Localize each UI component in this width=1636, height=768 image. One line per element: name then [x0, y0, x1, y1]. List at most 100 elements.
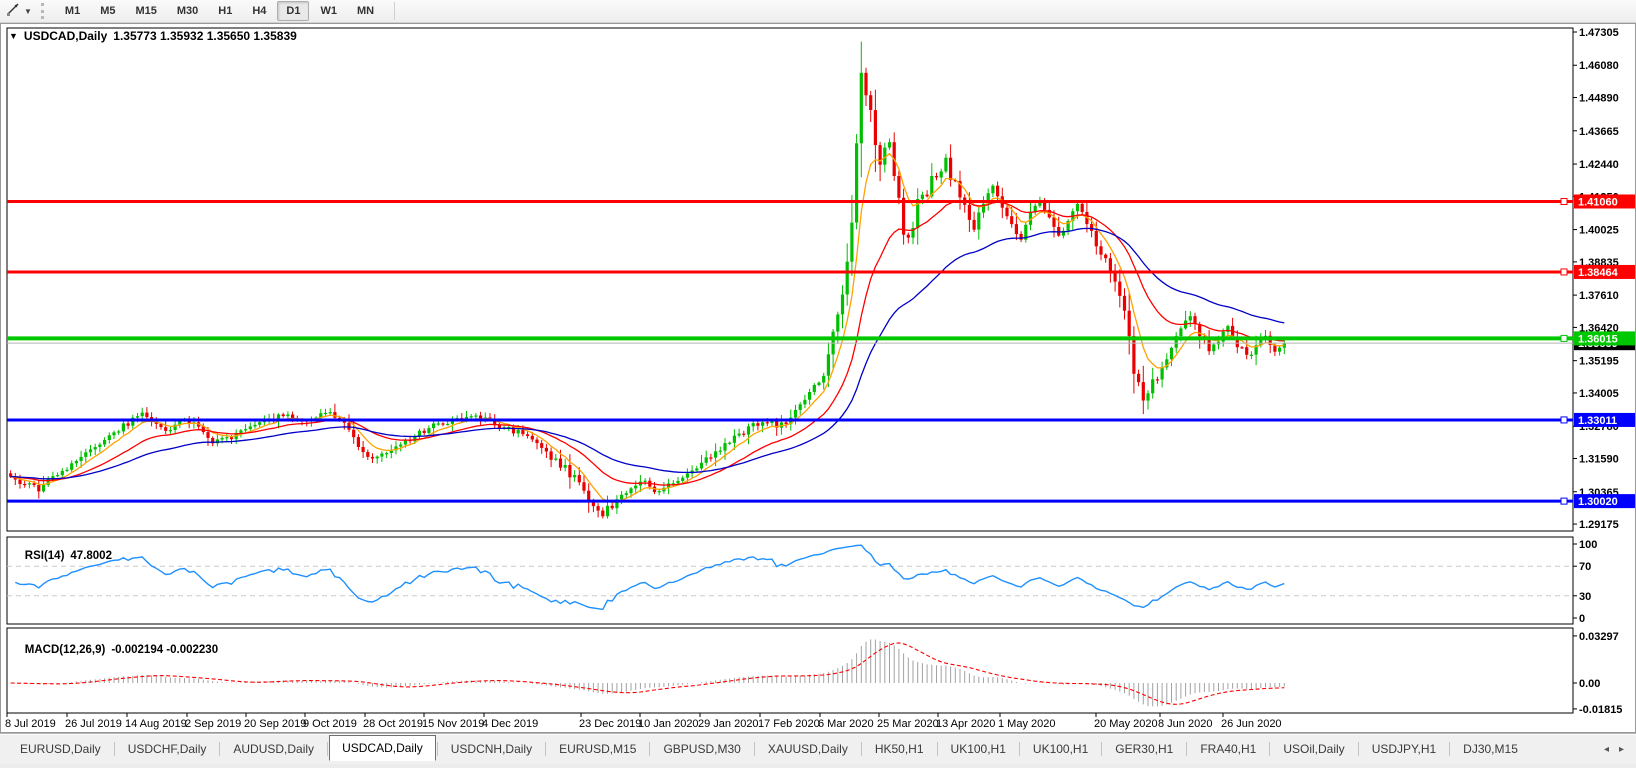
- collapse-arrow-icon[interactable]: ▼: [9, 31, 18, 41]
- tab-uk100-h1[interactable]: UK100,H1: [939, 737, 1018, 761]
- rsi-axis-label: 100: [1579, 539, 1597, 551]
- date-label: 4 Dec 2019: [482, 718, 538, 730]
- tab-separator: [545, 742, 547, 756]
- timeframe-m15-button[interactable]: M15: [126, 1, 165, 21]
- horizontal-line-handle[interactable]: [1560, 416, 1568, 424]
- date-label: 15 Nov 2019: [422, 718, 484, 730]
- tab-usoil-daily[interactable]: USOil,Daily: [1271, 737, 1356, 761]
- crosshair-tool-icon: [6, 2, 21, 21]
- chart-ohlc-values: 1.35773 1.35932 1.35650 1.35839: [113, 29, 297, 43]
- price-badge-label: 1.38464: [1578, 267, 1619, 279]
- tab-fra40-h1[interactable]: FRA40,H1: [1188, 737, 1268, 761]
- macd-indicator-label: MACD(12,26,9) -0.002194 -0.002230: [12, 632, 218, 668]
- horizontal-line-handle[interactable]: [1560, 497, 1568, 505]
- tab-hk50-h1[interactable]: HK50,H1: [863, 737, 936, 761]
- toolbar-separator: [394, 2, 396, 20]
- timeframe-m30-button[interactable]: M30: [168, 1, 207, 21]
- main-price-pane[interactable]: [6, 27, 1574, 532]
- timeframe-m1-button[interactable]: M1: [56, 1, 89, 21]
- price-tick-label: 1.29175: [1579, 519, 1619, 531]
- timeframe-m5-button[interactable]: M5: [91, 1, 124, 21]
- date-label: 26 Jun 2020: [1221, 718, 1282, 730]
- tab-separator: [1269, 742, 1271, 756]
- date-label: 10 Jan 2020: [638, 718, 699, 730]
- timeframe-button-group: M1 M5 M15 M30 H1 H4 D1 W1 MN: [55, 1, 384, 21]
- date-label: 9 Oct 2019: [303, 718, 357, 730]
- rsi-value: 47.8002: [70, 550, 112, 562]
- chart-canvas[interactable]: 1.473051.460801.448901.436651.424401.412…: [1, 24, 1635, 732]
- price-tick-label: 1.40025: [1579, 225, 1619, 237]
- price-tick-label: 1.31590: [1579, 454, 1619, 466]
- tab-usdjpy-h1[interactable]: USDJPY,H1: [1360, 737, 1448, 761]
- date-label: 25 Mar 2020: [877, 718, 939, 730]
- toolbar-drag-handle[interactable]: [40, 3, 47, 19]
- tab-dj30-m15[interactable]: DJ30,M15: [1451, 737, 1530, 761]
- date-label: 8 Jul 2019: [5, 718, 56, 730]
- date-label: 13 Apr 2020: [936, 718, 995, 730]
- date-label: 23 Dec 2019: [579, 718, 641, 730]
- tab-xauusd-daily[interactable]: XAUUSD,Daily: [756, 737, 860, 761]
- time-axis[interactable]: 8 Jul 2019 26 Jul 2019 14 Aug 20192 Sep 20…: [5, 713, 1282, 730]
- macd-axis-label: 0.00: [1579, 678, 1600, 690]
- tab-separator: [327, 742, 329, 756]
- date-label: 20 Sep 2019: [244, 718, 306, 730]
- tab-separator: [219, 742, 221, 756]
- macd-pane[interactable]: [6, 627, 1574, 714]
- tab-gbpusd-m30[interactable]: GBPUSD,M30: [651, 737, 752, 761]
- timeframe-mn-button[interactable]: MN: [348, 1, 383, 21]
- price-tick-label: 1.37610: [1579, 290, 1619, 302]
- tab-usdcnh-daily[interactable]: USDCNH,Daily: [439, 737, 544, 761]
- date-label: 17 Feb 2020: [758, 718, 820, 730]
- dropdown-caret-icon[interactable]: ▼: [24, 7, 32, 16]
- tab-ger30-h1[interactable]: GER30,H1: [1103, 737, 1185, 761]
- tab-eurusd-daily[interactable]: EURUSD,Daily: [8, 737, 113, 761]
- price-tick-label: 1.43665: [1579, 126, 1619, 138]
- timeframe-h4-button[interactable]: H4: [243, 1, 275, 21]
- chart-tabs: EURUSD,Daily USDCHF,Daily AUDUSD,Daily USDC…: [0, 734, 1604, 764]
- crosshair-tool-button[interactable]: ▼: [0, 2, 37, 21]
- price-badge-label: 1.33011: [1578, 415, 1617, 427]
- tab-usdcad-daily[interactable]: USDCAD,Daily: [329, 734, 436, 761]
- date-label: 26 Jul 2019: [65, 718, 122, 730]
- timeframe-d1-button[interactable]: D1: [277, 1, 310, 21]
- horizontal-line-handle[interactable]: [1560, 268, 1568, 276]
- tab-scroll-left-icon[interactable]: ◂: [1604, 744, 1609, 755]
- price-tick-label: 1.42440: [1579, 159, 1619, 171]
- tab-audusd-daily[interactable]: AUDUSD,Daily: [221, 737, 326, 761]
- date-label: 6 Mar 2020: [818, 718, 874, 730]
- tab-usdchf-daily[interactable]: USDCHF,Daily: [116, 737, 219, 761]
- rsi-axis-label: 0: [1579, 613, 1585, 625]
- timeframe-h1-button[interactable]: H1: [209, 1, 241, 21]
- tab-separator: [1357, 742, 1359, 756]
- date-label: 8 Jun 2020: [1158, 718, 1212, 730]
- price-tick-label: 1.34005: [1579, 388, 1619, 400]
- timeframe-w1-button[interactable]: W1: [311, 1, 346, 21]
- horizontal-line-handle[interactable]: [1560, 334, 1568, 342]
- tab-uk100-h1[interactable]: UK100,H1: [1021, 737, 1100, 761]
- rsi-axis-label: 70: [1579, 561, 1591, 573]
- price-badge-label: 1.30020: [1578, 496, 1618, 508]
- date-label: 29 Jan 2020: [698, 718, 759, 730]
- price-badge-label: 1.36015: [1578, 333, 1618, 345]
- horizontal-line-handle[interactable]: [1560, 197, 1568, 205]
- rsi-indicator-label: RSI(14) 47.8002: [12, 538, 112, 574]
- chart-title: ▼ USDCAD,Daily 1.35773 1.35932 1.35650 1…: [9, 29, 297, 43]
- tab-separator: [1449, 742, 1451, 756]
- price-tick-label: 1.35195: [1579, 356, 1619, 368]
- tab-separator: [936, 742, 938, 756]
- date-label: 28 Oct 2019: [363, 718, 423, 730]
- date-label: 20 May 2020: [1094, 718, 1158, 730]
- tab-eurusd-m15[interactable]: EURUSD,M15: [547, 737, 648, 761]
- macd-values: -0.002194 -0.002230: [111, 644, 219, 656]
- price-tick-label: 1.44890: [1579, 93, 1619, 105]
- macd-axis-label: 0.03297: [1579, 631, 1619, 643]
- tab-scroll-right-icon[interactable]: ▸: [1619, 744, 1624, 755]
- rsi-pane[interactable]: [6, 536, 1574, 625]
- chart-tabs-bar: EURUSD,Daily USDCHF,Daily AUDUSD,Daily USDC…: [0, 733, 1636, 764]
- date-label: 14 Aug 2019: [125, 718, 187, 730]
- tab-scroll-controls: ◂ ▸: [1604, 744, 1636, 755]
- date-label: 2 Sep 2019: [185, 718, 241, 730]
- tab-separator: [860, 742, 862, 756]
- chart-symbol-label: USDCAD,Daily: [23, 29, 108, 43]
- price-axis[interactable]: 1.473051.460801.448901.436651.424401.412…: [1573, 27, 1619, 531]
